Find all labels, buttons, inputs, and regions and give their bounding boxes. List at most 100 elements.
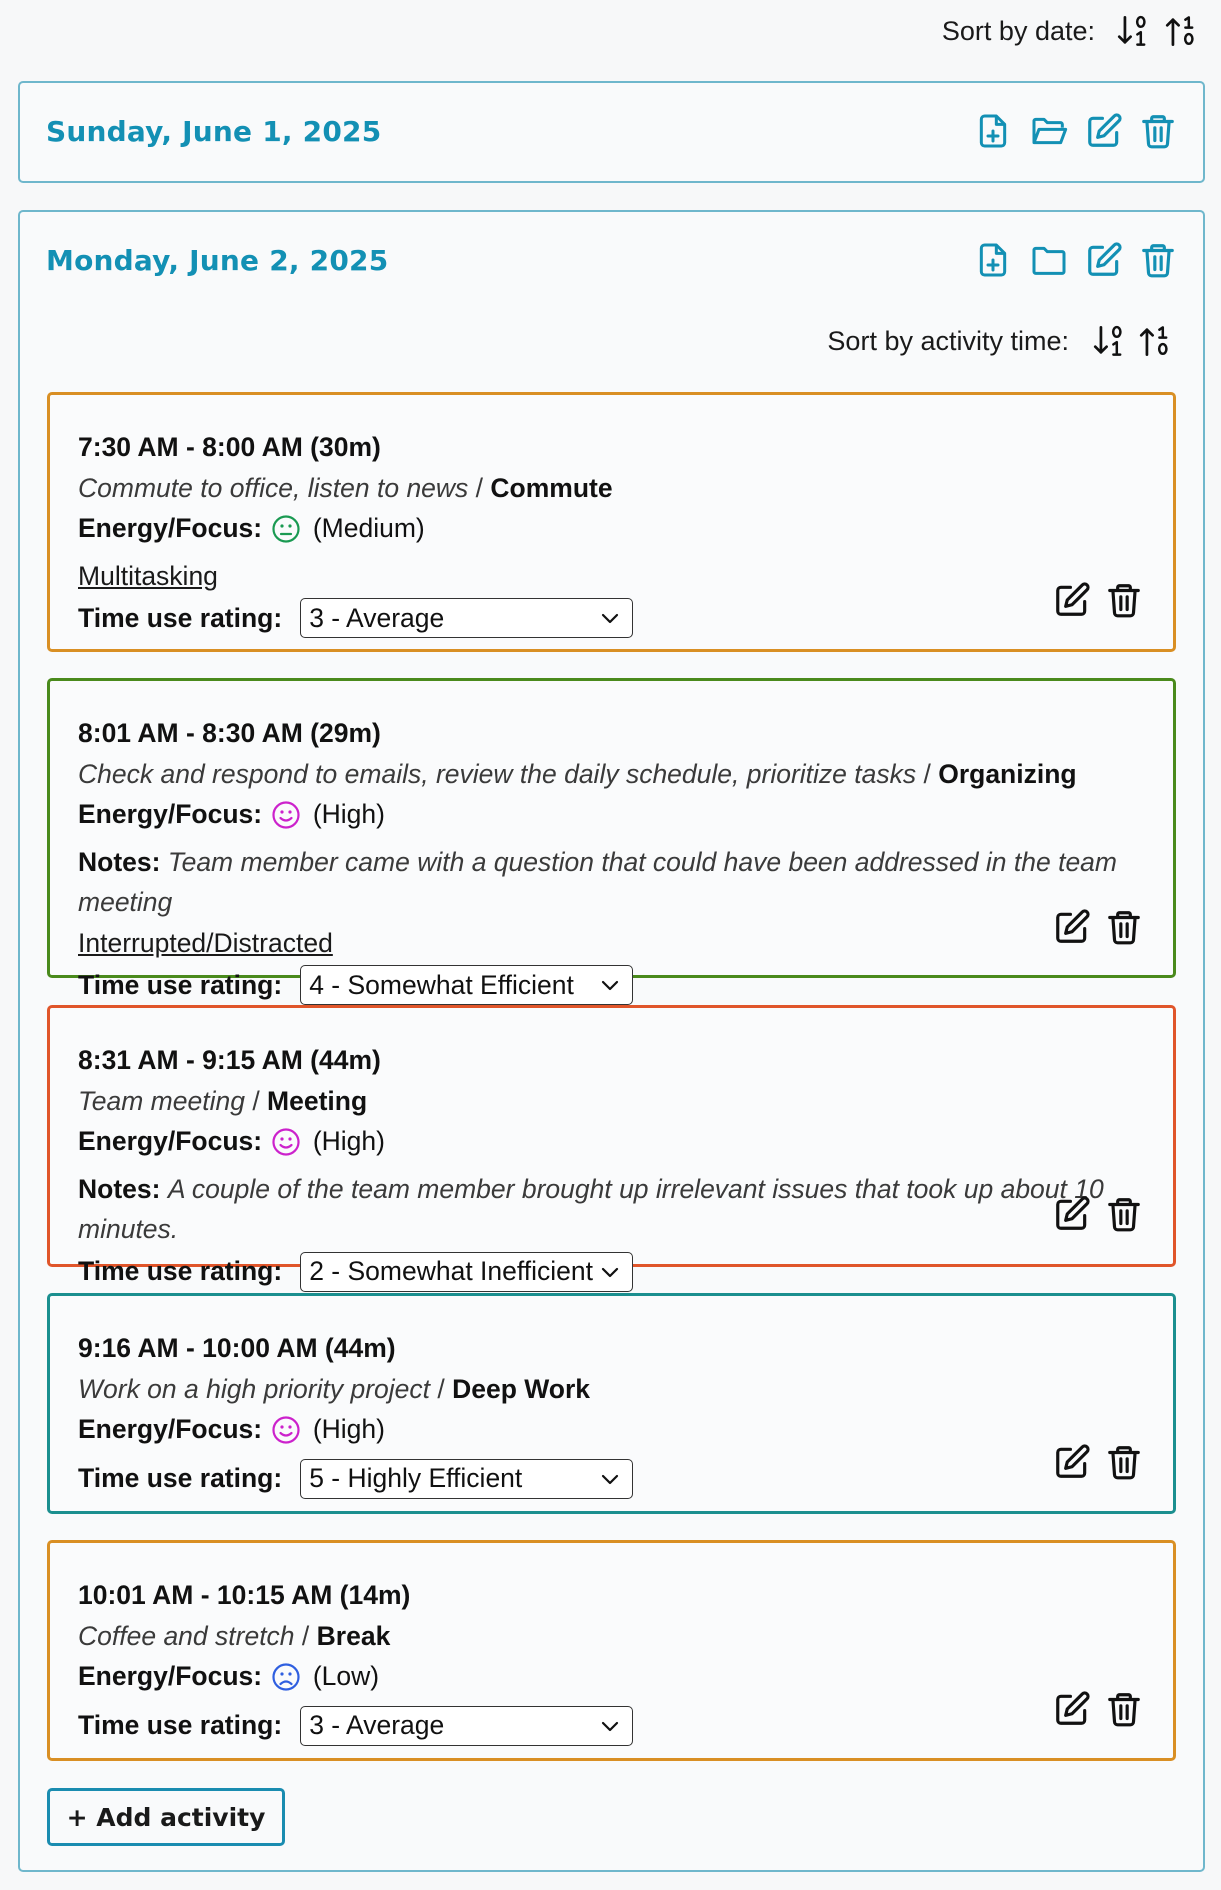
- day-title[interactable]: Sunday, June 1, 2025: [46, 115, 381, 148]
- smiley-face-icon: [271, 800, 301, 842]
- energy-row: Energy/Focus: (Low): [78, 1656, 1145, 1704]
- activity-card: 7:30 AM - 8:00 AM (30m) Commute to offic…: [47, 392, 1176, 652]
- activity-description-text: Commute to office, listen to news: [78, 472, 469, 503]
- rating-row: Time use rating: 4 - Somewhat Efficient: [78, 963, 1145, 1007]
- activity-description: Team meeting / Meeting: [78, 1085, 368, 1116]
- activity-tag[interactable]: Multitasking: [78, 561, 218, 591]
- notes-label: Notes:: [78, 1173, 161, 1204]
- frown-face-icon: [271, 1662, 301, 1704]
- rating-value: 4 - Somewhat Efficient: [309, 969, 574, 1000]
- chevron-down-icon: [598, 1467, 622, 1491]
- notes-label: Notes:: [78, 846, 161, 877]
- day-title[interactable]: Monday, June 2, 2025: [46, 244, 388, 277]
- edit-icon[interactable]: [1053, 1690, 1091, 1728]
- rating-select[interactable]: 5 - Highly Efficient: [300, 1458, 634, 1499]
- activity-sort-bar: Sort by activity time:: [827, 324, 1173, 358]
- new-file-icon[interactable]: [973, 111, 1013, 151]
- day-actions: [973, 111, 1177, 151]
- activity-card: 8:31 AM - 9:15 AM (44m) Team meeting / M…: [47, 1005, 1176, 1292]
- energy-value: (Low): [312, 1661, 380, 1691]
- chevron-down-icon: [598, 973, 622, 997]
- new-file-icon[interactable]: [973, 240, 1013, 280]
- trash-icon[interactable]: [1105, 908, 1143, 946]
- energy-label: Energy/Focus:: [78, 1661, 263, 1691]
- rating-label: Time use rating:: [78, 1463, 283, 1494]
- chevron-down-icon: [598, 1260, 622, 1284]
- chevron-down-icon: [598, 606, 622, 630]
- energy-label: Energy/Focus:: [78, 513, 263, 543]
- energy-value: (High): [312, 1414, 385, 1444]
- rating-select[interactable]: 3 - Average: [300, 598, 634, 638]
- rating-label: Time use rating:: [78, 969, 283, 1000]
- activity-category: Deep Work: [452, 1373, 591, 1404]
- sort-by-activity-label: Sort by activity time:: [827, 325, 1069, 356]
- activity-time: 8:01 AM - 8:30 AM (29m): [78, 718, 381, 748]
- smiley-face-icon: [271, 1415, 301, 1457]
- activity-description: Coffee and stretch / Break: [78, 1620, 391, 1651]
- rating-select[interactable]: 2 - Somewhat Inefficient: [300, 1251, 634, 1292]
- activity-actions: [1053, 1690, 1143, 1728]
- sort-ascending-icon[interactable]: [1165, 14, 1199, 48]
- rating-value: 5 - Highly Efficient: [309, 1463, 523, 1494]
- energy-label: Energy/Focus:: [78, 1414, 263, 1444]
- activity-card: 9:16 AM - 10:00 AM (44m) Work on a high …: [47, 1293, 1176, 1514]
- trash-icon[interactable]: [1105, 1690, 1143, 1728]
- activity-time: 8:31 AM - 9:15 AM (44m): [78, 1045, 381, 1075]
- trash-icon[interactable]: [1105, 1195, 1143, 1233]
- day-card: Monday, June 2, 2025 Sort by activity ti…: [18, 210, 1205, 1872]
- activity-time: 10:01 AM - 10:15 AM (14m): [78, 1580, 411, 1610]
- trash-icon[interactable]: [1139, 111, 1177, 151]
- activity-description: Commute to office, listen to news / Comm…: [78, 472, 613, 503]
- energy-row: Energy/Focus: (High): [78, 1121, 1145, 1169]
- rating-value: 2 - Somewhat Inefficient: [309, 1256, 594, 1287]
- sort-descending-icon[interactable]: [1117, 14, 1151, 48]
- activity-card: 10:01 AM - 10:15 AM (14m) Coffee and str…: [47, 1540, 1176, 1761]
- neutral-face-icon: [271, 514, 301, 556]
- edit-icon[interactable]: [1085, 111, 1123, 151]
- edit-icon[interactable]: [1053, 581, 1091, 619]
- date-sort-bar: Sort by date:: [942, 14, 1199, 48]
- activity-time: 7:30 AM - 8:00 AM (30m): [78, 432, 381, 462]
- activity-tag[interactable]: Interrupted/Distracted: [78, 928, 333, 958]
- folder-icon[interactable]: [1029, 240, 1069, 280]
- day-card: Sunday, June 1, 2025: [18, 81, 1205, 183]
- notes-text: Team member came with a question that co…: [78, 846, 1117, 918]
- activity-description-text: Coffee and stretch: [78, 1620, 295, 1651]
- notes-text: A couple of the team member brought up i…: [78, 1173, 1104, 1245]
- edit-icon[interactable]: [1053, 1443, 1091, 1481]
- sort-descending-icon[interactable]: [1093, 324, 1127, 358]
- edit-icon[interactable]: [1053, 908, 1091, 946]
- rating-label: Time use rating:: [78, 1256, 283, 1287]
- trash-icon[interactable]: [1105, 581, 1143, 619]
- energy-row: Energy/Focus: (High): [78, 794, 1145, 842]
- edit-icon[interactable]: [1053, 1195, 1091, 1233]
- edit-icon[interactable]: [1085, 240, 1123, 280]
- activity-category: Break: [316, 1620, 391, 1651]
- trash-icon[interactable]: [1105, 1443, 1143, 1481]
- activity-time: 9:16 AM - 10:00 AM (44m): [78, 1333, 396, 1363]
- energy-value: (High): [312, 799, 385, 829]
- day-actions: [973, 240, 1177, 280]
- activity-description: Work on a high priority project / Deep W…: [78, 1373, 591, 1404]
- energy-value: (High): [312, 1126, 385, 1156]
- energy-value: (Medium): [312, 513, 425, 543]
- folder-open-icon[interactable]: [1029, 111, 1069, 151]
- sort-ascending-icon[interactable]: [1139, 324, 1173, 358]
- activity-description-text: Team meeting: [78, 1085, 245, 1116]
- activity-description-text: Work on a high priority project: [78, 1373, 431, 1404]
- activity-category: Organizing: [938, 758, 1077, 789]
- activity-actions: [1053, 581, 1143, 619]
- sort-by-date-label: Sort by date:: [941, 15, 1095, 46]
- add-activity-button[interactable]: + Add activity: [47, 1788, 285, 1846]
- rating-row: Time use rating: 5 - Highly Efficient: [78, 1457, 1145, 1501]
- rating-select[interactable]: 4 - Somewhat Efficient: [300, 965, 634, 1005]
- rating-label: Time use rating:: [78, 602, 283, 633]
- activity-category: Commute: [490, 472, 613, 503]
- notes-row: Notes: Team member came with a question …: [78, 842, 1145, 923]
- rating-select[interactable]: 3 - Average: [300, 1705, 634, 1746]
- trash-icon[interactable]: [1139, 240, 1177, 280]
- rating-row: Time use rating: 2 - Somewhat Inefficien…: [78, 1250, 1145, 1294]
- energy-row: Energy/Focus: (Medium): [78, 508, 1145, 556]
- energy-label: Energy/Focus:: [78, 799, 263, 829]
- rating-row: Time use rating: 3 - Average: [78, 1704, 1145, 1748]
